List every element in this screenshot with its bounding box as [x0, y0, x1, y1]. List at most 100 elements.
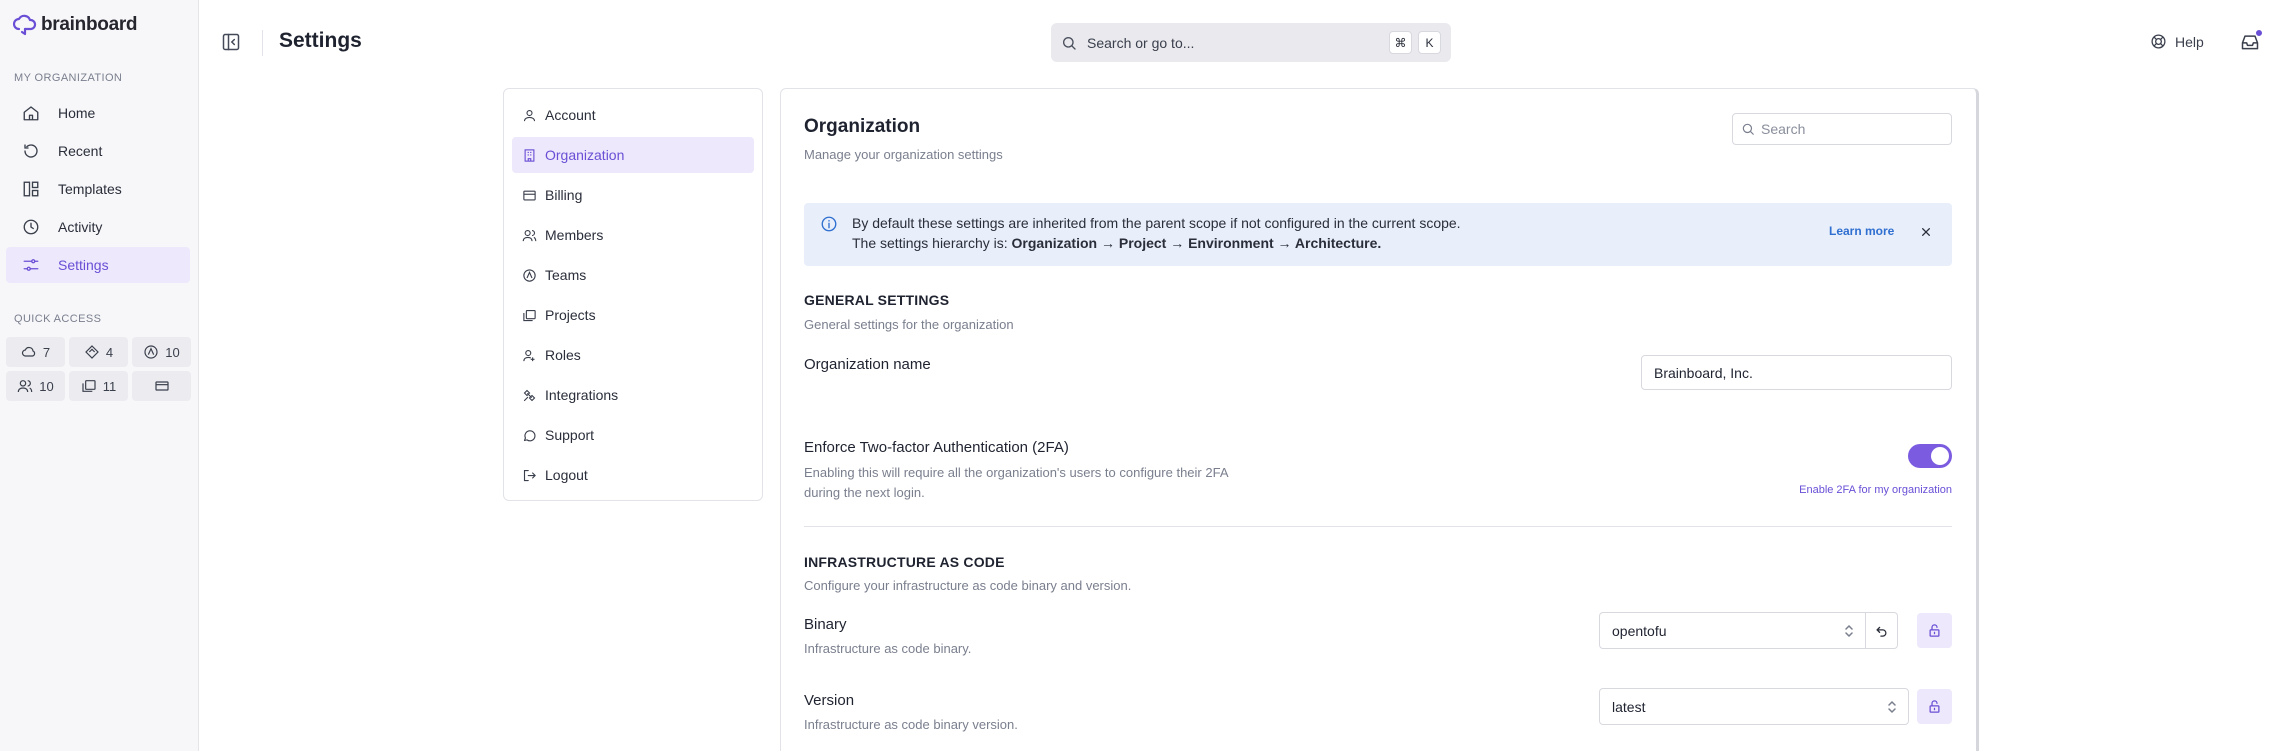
sidebar: brainboard MY ORGANIZATION Home Recent T…: [0, 0, 199, 751]
settings-item-label: Integrations: [545, 387, 619, 403]
sidebar-item-label: Activity: [58, 219, 103, 235]
badge-icon: [143, 344, 159, 360]
settings-item-label: Logout: [545, 467, 588, 483]
settings-item-label: Roles: [545, 347, 581, 363]
enforce-2fa-description: Enabling this will require all the organ…: [804, 465, 1228, 500]
settings-item-account[interactable]: Account: [512, 97, 754, 133]
sidebar-item-settings[interactable]: Settings: [6, 247, 190, 283]
settings-item-projects[interactable]: Projects: [512, 297, 754, 333]
building-icon: [522, 148, 537, 163]
history-icon: [22, 142, 40, 160]
iac-section-title: INFRASTRUCTURE AS CODE: [804, 554, 1005, 570]
quick-access-count: 10: [39, 378, 54, 394]
settings-nav: Account Organization Billing Members Tea…: [503, 88, 763, 501]
version-select-value: latest: [1612, 698, 1646, 715]
sidebar-item-activity[interactable]: Activity: [6, 209, 190, 245]
integrations-icon: [522, 388, 537, 403]
collapse-sidebar-button[interactable]: [221, 32, 241, 52]
binary-reset-button[interactable]: [1865, 612, 1898, 649]
brand-name: brainboard: [41, 14, 138, 35]
diamond-icon: [84, 344, 100, 360]
settings-item-label: Projects: [545, 307, 596, 323]
learn-more-link[interactable]: Learn more: [1829, 224, 1894, 238]
page-title: Settings: [279, 29, 362, 52]
binary-select[interactable]: opentofu: [1599, 612, 1866, 649]
settings-item-integrations[interactable]: Integrations: [512, 377, 754, 413]
binary-select-value: opentofu: [1612, 622, 1667, 639]
quick-access-count: 4: [105, 344, 114, 360]
version-label: Version: [804, 692, 855, 709]
help-label: Help: [2175, 33, 2204, 50]
binary-label: Binary: [804, 616, 847, 633]
version-lock-button[interactable]: [1917, 689, 1952, 724]
quick-access-users[interactable]: 10: [6, 371, 65, 401]
my-organization-label: MY ORGANIZATION: [14, 72, 123, 84]
projects-icon: [522, 308, 537, 323]
sidebar-toggle-icon: [221, 32, 241, 52]
settings-search[interactable]: [1732, 113, 1952, 145]
chevron-up-down-icon: [1886, 700, 1898, 714]
sidebar-item-label: Templates: [58, 181, 122, 197]
chat-icon: [522, 428, 537, 443]
quick-access-badge[interactable]: 10: [132, 337, 191, 367]
sidebar-item-label: Settings: [58, 257, 109, 273]
help-button[interactable]: Help: [2150, 33, 2204, 50]
settings-item-label: Teams: [545, 267, 587, 283]
clock-icon: [22, 218, 40, 236]
notification-dot: [2255, 29, 2263, 37]
global-search[interactable]: Search or go to... ⌘ K: [1051, 23, 1451, 62]
sidebar-item-home[interactable]: Home: [6, 95, 190, 131]
header-divider: [262, 30, 263, 56]
version-select[interactable]: latest: [1599, 688, 1909, 725]
brand-logo[interactable]: brainboard: [13, 14, 138, 36]
quick-access-grid: 7 4 10 10 11: [6, 337, 191, 401]
brain-cloud-icon: [13, 14, 37, 36]
sidebar-item-recent[interactable]: Recent: [6, 133, 190, 169]
panel-subtitle: Manage your organization settings: [804, 147, 1003, 162]
home-icon: [22, 104, 40, 122]
card-icon: [154, 378, 170, 394]
info-hierarchy-path: Organization → Project → Environment → A…: [1011, 235, 1382, 251]
enforce-2fa-label: Enforce Two-factor Authentication (2FA): [804, 439, 1069, 456]
chevron-up-down-icon: [1843, 624, 1855, 638]
user-icon: [522, 108, 537, 123]
enforce-2fa-toggle[interactable]: [1908, 444, 1952, 468]
general-settings-subtitle: General settings for the organization: [804, 317, 1014, 332]
search-icon: [1061, 35, 1077, 51]
inheritance-info-banner: By default these settings are inherited …: [804, 203, 1952, 266]
settings-item-label: Account: [545, 107, 596, 123]
binary-lock-button[interactable]: [1917, 613, 1952, 648]
undo-icon: [1874, 623, 1889, 638]
users-icon: [17, 378, 33, 394]
info-icon: [820, 215, 838, 233]
settings-item-roles[interactable]: Roles: [512, 337, 754, 373]
settings-item-organization[interactable]: Organization: [512, 137, 754, 173]
unlock-icon: [1927, 699, 1942, 714]
search-icon: [1741, 122, 1755, 136]
quick-access-cloud[interactable]: 7: [6, 337, 65, 367]
settings-item-label: Support: [545, 427, 595, 443]
sidebar-item-templates[interactable]: Templates: [6, 171, 190, 207]
settings-item-billing[interactable]: Billing: [512, 177, 754, 213]
settings-item-members[interactable]: Members: [512, 217, 754, 253]
shortcut-key-k: K: [1418, 31, 1441, 54]
unlock-icon: [1927, 623, 1942, 638]
settings-item-label: Billing: [545, 187, 583, 203]
quick-access-count: 7: [42, 344, 51, 360]
enable-2fa-caption: Enable 2FA for my organization: [1799, 484, 1952, 496]
settings-item-support[interactable]: Support: [512, 417, 754, 453]
global-search-placeholder: Search or go to...: [1087, 34, 1195, 51]
quick-access-diamond[interactable]: 4: [69, 337, 128, 367]
settings-item-teams[interactable]: Teams: [512, 257, 754, 293]
general-settings-title: GENERAL SETTINGS: [804, 292, 950, 308]
inbox-button[interactable]: [2240, 29, 2263, 52]
quick-access-card[interactable]: [132, 371, 191, 401]
settings-search-input[interactable]: [1761, 121, 1941, 137]
roles-icon: [522, 348, 537, 363]
close-icon[interactable]: [1918, 224, 1934, 240]
organization-name-input[interactable]: Brainboard, Inc.: [1641, 355, 1952, 390]
version-description: Infrastructure as code binary version.: [804, 717, 1018, 732]
quick-access-folders[interactable]: 11: [69, 371, 128, 401]
sliders-icon: [22, 256, 40, 274]
settings-item-logout[interactable]: Logout: [512, 457, 754, 493]
